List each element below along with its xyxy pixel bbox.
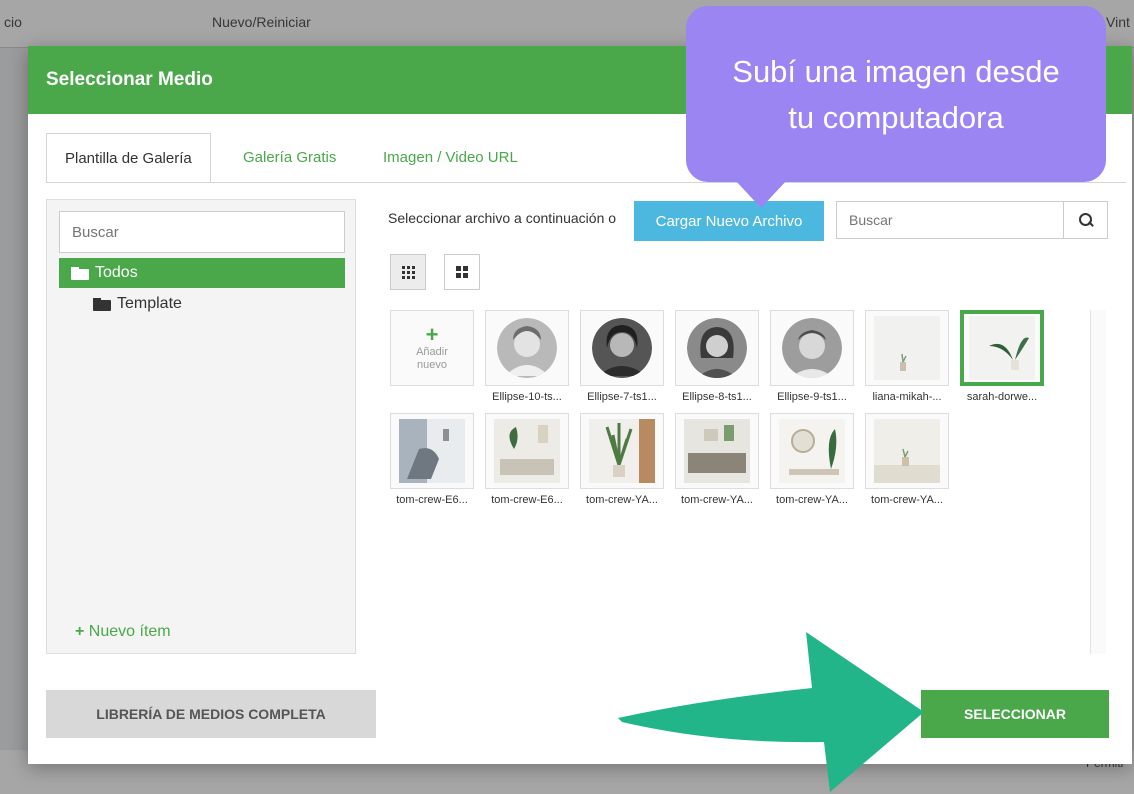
tutorial-arrow	[618, 632, 924, 792]
arrow-icon	[618, 632, 924, 792]
